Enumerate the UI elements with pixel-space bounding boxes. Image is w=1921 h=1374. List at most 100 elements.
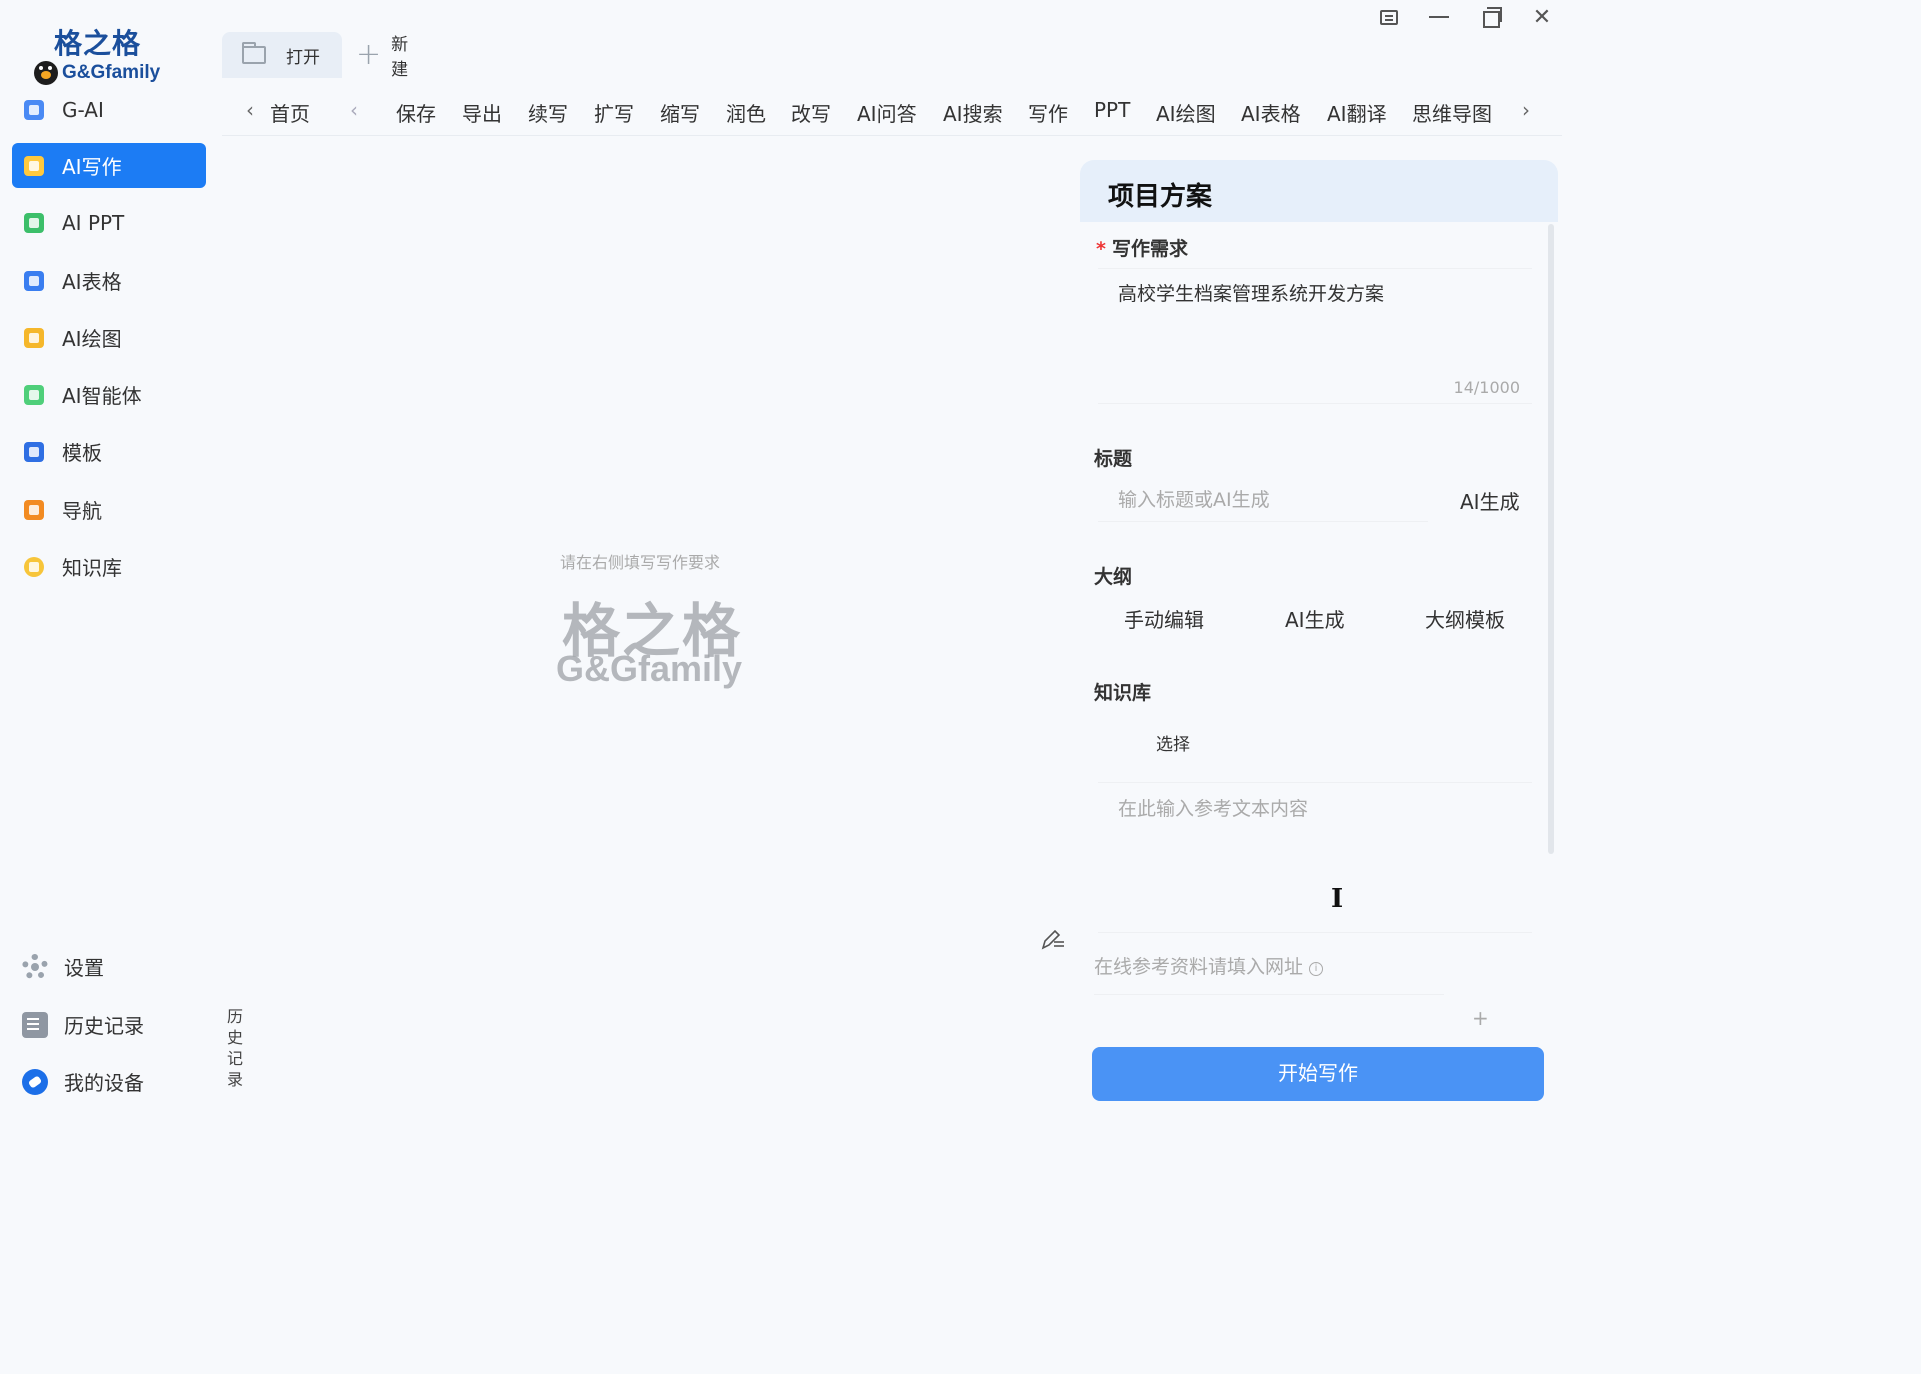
palette-icon [24,327,44,348]
ai-write-icon [24,155,44,176]
history-icon [22,1011,48,1038]
new-file-button[interactable]: + 新建 [356,32,408,80]
feedback-icon [1380,9,1398,25]
requirement-textarea[interactable]: 高校学生档案管理系统开发方案 14/1000 [1098,268,1532,404]
reference-text-input[interactable]: 在此输入参考文本内容 [1118,794,1308,821]
title-input[interactable]: 输入标题或AI生成 [1098,478,1428,522]
logo-bird-icon [34,61,58,85]
maximize-button[interactable] [1476,4,1506,30]
sidebar-item-label: AI表格 [62,270,122,294]
gear-icon [22,953,48,980]
toolbar-item-5[interactable]: 润色 [726,98,766,127]
panel-scrollbar[interactable] [1548,224,1554,854]
sidebar-item-2[interactable]: AI PPT [12,200,206,245]
g-ai-icon [24,99,44,120]
sidebar-item-label: AI绘图 [62,327,122,351]
close-icon: ✕ [1532,4,1552,30]
sidebar-item-4[interactable]: AI绘图 [12,315,206,360]
toolbar-item-8[interactable]: AI搜索 [943,98,1003,127]
sidebar-item-3[interactable]: AI表格 [12,258,206,303]
navigation-icon [24,499,44,520]
toolbar-item-13[interactable]: AI翻译 [1327,98,1387,127]
plus-icon: + [356,37,382,72]
sidebar-item-0[interactable]: G-AI [12,87,206,132]
back-icon[interactable]: ‹ [246,98,254,122]
requirement-label: * 写作需求 [1096,238,1188,260]
sidebar-item-5[interactable]: AI智能体 [12,372,206,417]
template-icon [24,441,44,462]
info-icon[interactable]: i [1309,962,1324,976]
sidebar-item-label: G-AI [62,97,104,122]
sidebar-item-label: 知识库 [62,556,122,580]
sidebar-item-history[interactable]: 历史记录 [22,1010,144,1039]
feedback-button[interactable] [1374,4,1404,30]
device-icon [22,1068,48,1095]
divider [1098,932,1532,933]
bulb-icon [24,556,44,577]
title-label: 标题 [1094,448,1133,470]
divider [1098,782,1532,783]
toolbar-item-12[interactable]: AI表格 [1241,98,1301,127]
logo-cn-text: 格之格 [54,27,142,60]
requirement-value: 高校学生档案管理系统开发方案 [1118,283,1385,305]
sidebar-item-8[interactable]: 知识库 [12,544,206,589]
sidebar-item-my-devices[interactable]: 我的设备 [22,1067,144,1096]
panel-title: 项目方案 [1108,182,1213,212]
ppt-icon [24,212,44,233]
minimize-button[interactable] [1424,4,1454,30]
toolbar-item-1[interactable]: 导出 [462,98,502,127]
writing-form-panel: 项目方案 * 写作需求 高校学生档案管理系统开发方案 14/1000 标题 输入标… [1080,160,1558,1122]
toolbar-item-4[interactable]: 缩写 [660,98,700,127]
logo-en-text: G&Gfamily [62,62,161,83]
editor-toolbar: ‹ 首页 ‹ 保存 导出 续写 扩写 缩写 润色 改写 AI问答 AI搜索 写作 PPT AI绘图 AI… [222,88,1562,136]
edit-pen-icon[interactable] [1040,926,1066,952]
sidebar-item-label: 我的设备 [64,1071,144,1095]
toolbar-item-6[interactable]: 改写 [791,98,831,127]
reference-url-input[interactable]: 在线参考资料请填入网址 i [1094,952,1324,979]
outline-ai-generate-button[interactable]: AI生成 [1285,604,1345,633]
watermark-logo-en: G&Gfamily [556,648,743,689]
toolbar-item-0[interactable]: 保存 [396,98,436,127]
start-writing-button[interactable]: 开始写作 [1092,1047,1544,1101]
divider [1094,994,1444,995]
history-drawer-toggle[interactable]: 历 史 记 录 [226,1006,244,1090]
toolbar-item-2[interactable]: 续写 [528,98,568,127]
toolbar-item-10[interactable]: PPT [1094,98,1130,122]
title-ai-generate-button[interactable]: AI生成 [1460,486,1520,515]
outline-label: 大纲 [1094,566,1133,588]
knowledge-label: 知识库 [1094,682,1152,704]
sidebar: 格之格 G&Gfamily G-AI AI写作 AI PPT AI表格 AI绘图 AI智能… [0,0,220,1122]
sidebar-item-label: 模板 [62,441,102,465]
sidebar-item-label: 设置 [64,956,104,980]
toolbar-item-11[interactable]: AI绘图 [1156,98,1216,127]
app-logo: 格之格 G&Gfamily [34,22,174,86]
sidebar-item-settings[interactable]: 设置 [22,952,104,981]
char-counter: 14/1000 [1453,378,1520,397]
folder-icon [242,42,266,64]
sheet-icon [24,270,44,291]
toolbar-scroll-left-icon[interactable]: ‹ [350,98,358,122]
outline-template-button[interactable]: 大纲模板 [1425,604,1505,633]
toolbar-item-7[interactable]: AI问答 [857,98,917,127]
open-file-tab[interactable]: 打开 [222,32,342,78]
sidebar-item-label: AI PPT [62,210,125,235]
toolbar-item-14[interactable]: 思维导图 [1412,98,1492,127]
sidebar-item-6[interactable]: 模板 [12,429,206,474]
sidebar-item-1[interactable]: AI写作 [12,143,206,188]
outline-manual-edit-button[interactable]: 手动编辑 [1124,604,1204,633]
sidebar-item-label: AI智能体 [62,384,142,408]
close-button[interactable]: ✕ [1527,4,1557,30]
text-cursor-icon: I [1331,884,1344,914]
sidebar-item-label: 历史记录 [64,1014,144,1038]
toolbar-home[interactable]: 首页 [270,98,310,127]
sidebar-item-7[interactable]: 导航 [12,487,206,532]
sidebar-item-label: AI写作 [62,155,122,179]
toolbar-item-3[interactable]: 扩写 [594,98,634,127]
toolbar-scroll-right-icon[interactable]: › [1522,98,1530,122]
knowledge-select-button[interactable]: 选择 [1156,730,1190,755]
add-url-button[interactable]: + [1472,1006,1489,1030]
robot-icon [24,384,44,405]
panel-header: 项目方案 [1080,160,1558,222]
toolbar-item-9[interactable]: 写作 [1028,98,1068,127]
sidebar-item-label: 导航 [62,499,102,523]
